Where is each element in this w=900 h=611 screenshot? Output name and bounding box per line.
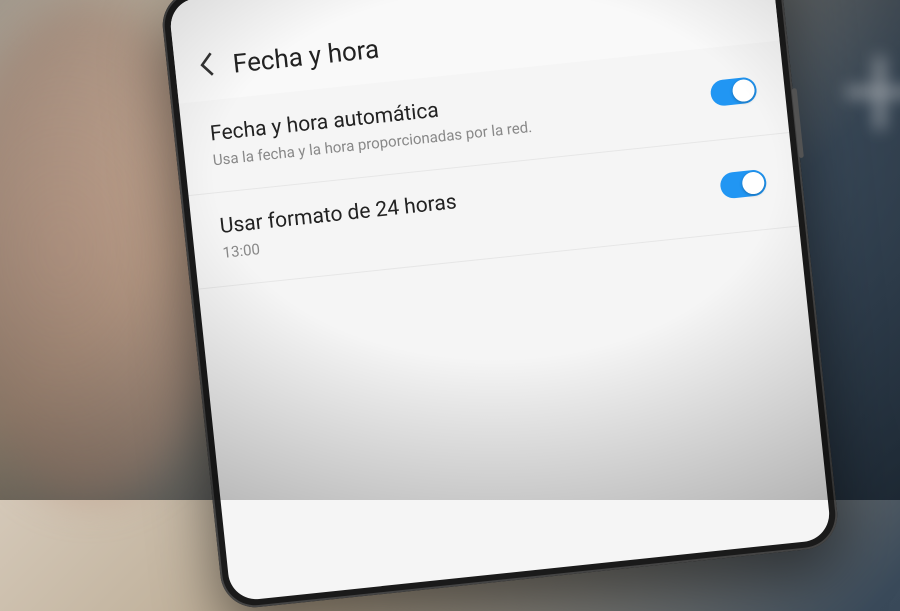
page-title: Fecha y hora (232, 35, 381, 80)
toggle-knob (741, 171, 765, 195)
back-button[interactable] (198, 52, 217, 84)
toggle-auto-datetime[interactable] (709, 76, 757, 107)
phone-frame: Fecha y hora Fecha y hora automática Usa… (159, 0, 840, 611)
power-button (792, 88, 804, 158)
toggle-knob (732, 79, 756, 103)
background-plus-symbol: + (841, 10, 900, 174)
toggle-24h-format[interactable] (719, 169, 767, 200)
phone-screen: Fecha y hora Fecha y hora automática Usa… (168, 0, 832, 602)
